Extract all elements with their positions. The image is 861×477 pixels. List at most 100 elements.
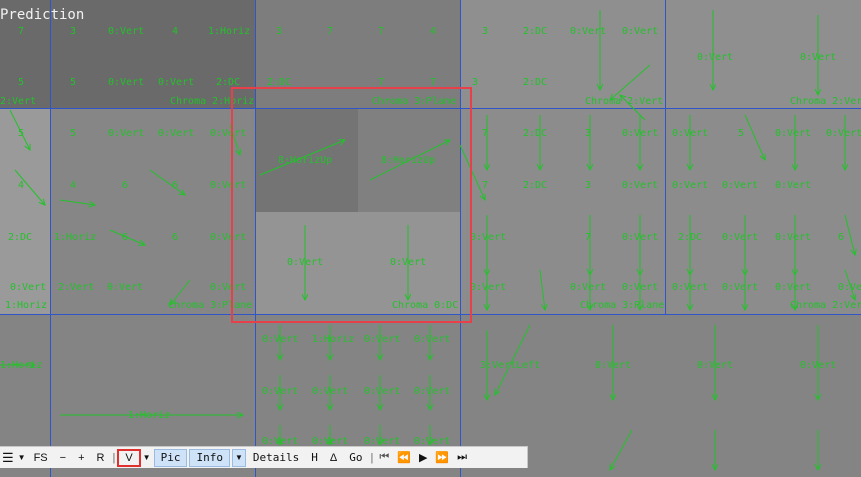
mode-label: 0:Vert [622,26,659,37]
reset-button[interactable]: R [91,449,111,467]
v-button[interactable]: V [117,448,141,467]
hamburger-menu-icon[interactable]: ☰ [0,449,16,467]
mode-label: 6 [172,232,179,243]
mode-label: 0:Vert [800,52,837,63]
fullscreen-button[interactable]: FS [28,449,54,467]
mode-label: 0:Vert [10,282,47,293]
mode-label: 7 [327,26,334,37]
mode-label: 0:Vert [570,282,607,293]
v-dropdown-icon[interactable]: ▼ [141,449,153,467]
mode-label: 1:Horiz [54,232,97,243]
mode-label: 5 [18,128,25,139]
chroma-label: Chroma 2:Vert [585,96,664,107]
mode-label: 0:Vert [622,282,659,293]
view-title: Prediction [0,7,85,23]
mode-label: 0:Vert [262,386,299,397]
mode-label: 2:DC [523,180,548,191]
last-frame-icon[interactable]: ⏭ [453,449,471,467]
mode-label: 0:Vert [364,386,401,397]
mode-label: 4 [18,180,25,191]
mode-label: 0:Vert [622,128,659,139]
mode-label: 0:Vert [697,360,734,371]
info-toggle[interactable]: Info [189,448,230,467]
mode-label: 2:DC [678,232,703,243]
mode-label: 1:Horiz [128,410,171,421]
mode-label: 0:Vert [622,180,659,191]
mode-label: 3 [482,26,489,37]
mode-label: 4 [430,26,437,37]
mode-label: 7 [482,180,489,191]
chroma-label: 1:Horiz [5,300,48,311]
details-button[interactable]: Details [247,449,305,467]
mode-label: 0:Vert [108,26,145,37]
prediction-viewer[interactable]: 7 3 0:Vert 4 1:Horiz 3 7 7 4 3 2:DC 0:Ve… [0,0,861,477]
mode-label: 0:Vert [158,77,195,88]
mode-label: 2:DC [523,128,548,139]
mode-label: 0:Vert [470,282,507,293]
mode-label: 0:Vert [697,52,734,63]
mode-label: 0:Vert [775,282,812,293]
mode-label: 2:DC [523,26,548,37]
mode-label: 0:Vert [595,360,632,371]
mode-label: 6 [838,232,845,243]
mode-label: 0:Vert [364,334,401,345]
mode-label: 4 [70,180,77,191]
mode-label: 0:Vert [672,180,709,191]
mode-label: 0:Vert [722,282,759,293]
mode-label: 0:Vert [838,282,861,293]
mode-label: 0:Vert [775,180,812,191]
h-button[interactable]: H [305,449,324,467]
mode-label: 5 [70,77,77,88]
mode-label: 6 [122,232,129,243]
mode-label: 0:Vert [470,232,507,243]
mode-label: 5 [18,77,25,88]
first-frame-icon[interactable]: ⏮ [375,449,393,467]
mode-label: 1:Horiz [0,360,43,371]
mode-label: 0:Vert [722,180,759,191]
mode-label: 6 [172,180,179,191]
mode-label: 5 [70,128,77,139]
mode-label: 3 [276,26,283,37]
play-icon[interactable]: ▶ [415,449,431,467]
fast-forward-icon[interactable]: ⏩ [431,449,453,467]
mode-label: 3 [585,180,592,191]
toolbar: ☰ ▼ FS − + R | V ▼ Pic Info ▼ Details H … [0,446,528,468]
mode-label: 7 [18,26,25,37]
go-button[interactable]: Go [343,449,368,467]
mode-label: 1:Horiz [208,26,251,37]
mode-label: 1:Horiz [312,334,355,345]
mode-label: 3 [585,128,592,139]
menu-dropdown-icon[interactable]: ▼ [16,449,28,467]
mode-label: 3:VertLeft [480,360,541,371]
mode-label: 0:Vert [414,334,451,345]
chroma-label: Chroma 2:Vert [790,300,861,311]
chroma-label: 2:Vert [0,96,37,107]
mode-label: 5 [738,128,745,139]
mode-label: 2:Vert [58,282,95,293]
mode-label: 0:Vert [262,334,299,345]
mode-label: 0:Vert [312,386,349,397]
mode-label: 0:Vert [622,232,659,243]
chroma-label: Chroma 3:Plane [580,300,665,311]
rewind-icon[interactable]: ⏪ [393,449,415,467]
zoom-in-button[interactable]: + [72,449,90,467]
toolbar-separator: | [370,451,374,464]
mode-label: 0:Vert [826,128,861,139]
mode-label: 0:Vert [108,128,145,139]
pic-toggle[interactable]: Pic [153,448,188,467]
mode-label: 7 [482,128,489,139]
mode-label: 0:Vert [570,26,607,37]
toolbar-separator: | [112,451,116,464]
mode-label: 0:Vert [775,232,812,243]
mode-label: 3 [70,26,77,37]
selection-highlight [231,87,472,323]
zoom-out-button[interactable]: − [54,449,72,467]
mode-label: 2:DC [523,77,548,88]
info-dropdown-icon[interactable]: ▼ [231,448,246,467]
chroma-label: Chroma 2:Vert [790,96,861,107]
mode-label: 4 [172,26,179,37]
mode-label: 6 [122,180,129,191]
delta-button[interactable]: Δ [324,449,343,467]
mode-label: 0:Vert [107,282,144,293]
mode-label: 0:Vert [800,360,837,371]
